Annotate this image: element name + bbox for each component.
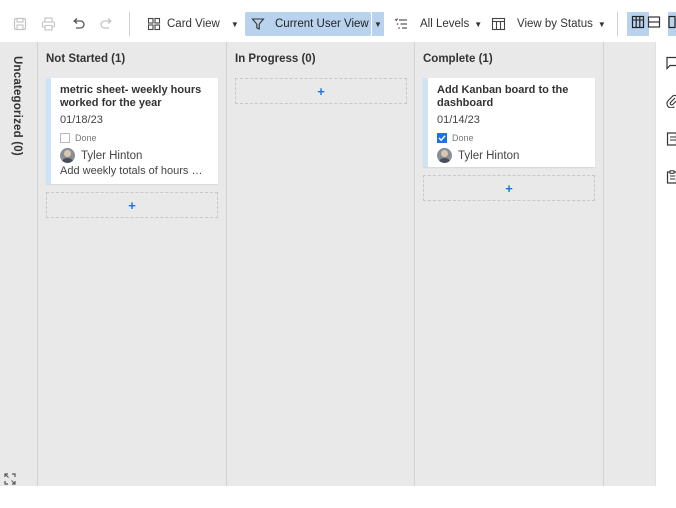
panel-toggle-button[interactable] <box>668 12 676 36</box>
task-card[interactable]: Add Kanban board to the dashboard 01/14/… <box>423 78 595 167</box>
task-card[interactable]: metric sheet- weekly hours worked for th… <box>46 78 218 184</box>
current-user-view-label: Current User View <box>275 18 369 30</box>
toolbar: Card View ▼ Current User View ▼ All Leve… <box>0 0 676 47</box>
card-view-label: Card View <box>167 18 220 30</box>
right-side-panel <box>655 42 676 486</box>
kanban-board: Uncategorized (0) Not Started (1) metric… <box>0 42 655 486</box>
uncategorized-label: Uncategorized (0) <box>11 56 23 156</box>
attachment-icon[interactable] <box>666 94 676 110</box>
list-view-button[interactable] <box>643 12 665 36</box>
current-user-view-button[interactable]: Current User View <box>245 12 371 36</box>
card-title: metric sheet- weekly hours worked for th… <box>60 84 202 109</box>
rows-icon <box>647 15 661 34</box>
table-columns-icon <box>489 15 507 33</box>
chevron-down-icon: ▼ <box>597 19 606 29</box>
add-card-button[interactable]: + <box>235 78 407 104</box>
current-user-view-dropdown[interactable]: ▼ <box>372 12 384 36</box>
avatar <box>60 148 75 163</box>
document-icon[interactable] <box>666 132 676 148</box>
add-card-button[interactable]: + <box>423 175 595 201</box>
panel-icon <box>668 15 676 34</box>
levels-list-icon <box>392 15 410 33</box>
column-title: Not Started (1) <box>46 53 126 65</box>
plus-icon: + <box>128 197 136 213</box>
card-view-dropdown[interactable]: Card View ▼ <box>145 12 239 36</box>
filter-icon <box>249 15 267 33</box>
card-description: Add weekly totals of hours worked <box>60 165 210 177</box>
add-card-button[interactable]: + <box>46 192 218 218</box>
card-assignee: Tyler Hinton <box>437 148 519 163</box>
column-title: Complete (1) <box>423 53 493 65</box>
redo-icon[interactable] <box>97 12 115 36</box>
card-grid-icon <box>145 15 163 33</box>
view-by-status-label: View by Status <box>517 18 593 30</box>
print-icon[interactable] <box>39 12 57 36</box>
plus-icon: + <box>505 180 513 196</box>
plus-icon: + <box>317 83 325 99</box>
all-levels-label: All Levels <box>420 18 470 30</box>
toolbar-divider <box>617 12 618 36</box>
column-complete: Complete (1) Add Kanban board to the das… <box>415 42 604 486</box>
card-date: 01/18/23 <box>60 114 103 126</box>
done-checkbox[interactable]: Done <box>60 133 97 143</box>
done-label: Done <box>75 133 97 143</box>
all-levels-dropdown[interactable]: All Levels ▼ <box>392 12 482 36</box>
column-not-started: Not Started (1) metric sheet- weekly hou… <box>38 42 227 486</box>
chevron-down-icon: ▼ <box>230 19 239 29</box>
chevron-down-icon: ▼ <box>374 19 382 29</box>
checkbox-checked-icon <box>437 133 447 143</box>
done-checkbox[interactable]: Done <box>437 133 474 143</box>
assignee-name: Tyler Hinton <box>458 149 520 162</box>
uncategorized-column[interactable]: Uncategorized (0) <box>0 42 38 486</box>
card-date: 01/14/23 <box>437 114 480 126</box>
card-assignee: Tyler Hinton <box>60 148 142 163</box>
avatar <box>437 148 452 163</box>
toolbar-divider <box>129 12 130 36</box>
view-by-status-dropdown[interactable]: View by Status ▼ <box>489 12 606 36</box>
done-label: Done <box>452 133 474 143</box>
chevron-down-icon: ▼ <box>474 19 483 29</box>
column-in-progress: In Progress (0) + <box>227 42 415 486</box>
card-title: Add Kanban board to the dashboard <box>437 84 569 109</box>
column-title: In Progress (0) <box>235 53 316 65</box>
checkbox-icon <box>60 133 70 143</box>
undo-icon[interactable] <box>69 12 87 36</box>
save-icon[interactable] <box>11 12 29 36</box>
clipboard-icon[interactable] <box>666 170 676 186</box>
assignee-name: Tyler Hinton <box>81 149 143 162</box>
expand-icon[interactable] <box>4 472 16 490</box>
comment-icon[interactable] <box>666 56 676 72</box>
